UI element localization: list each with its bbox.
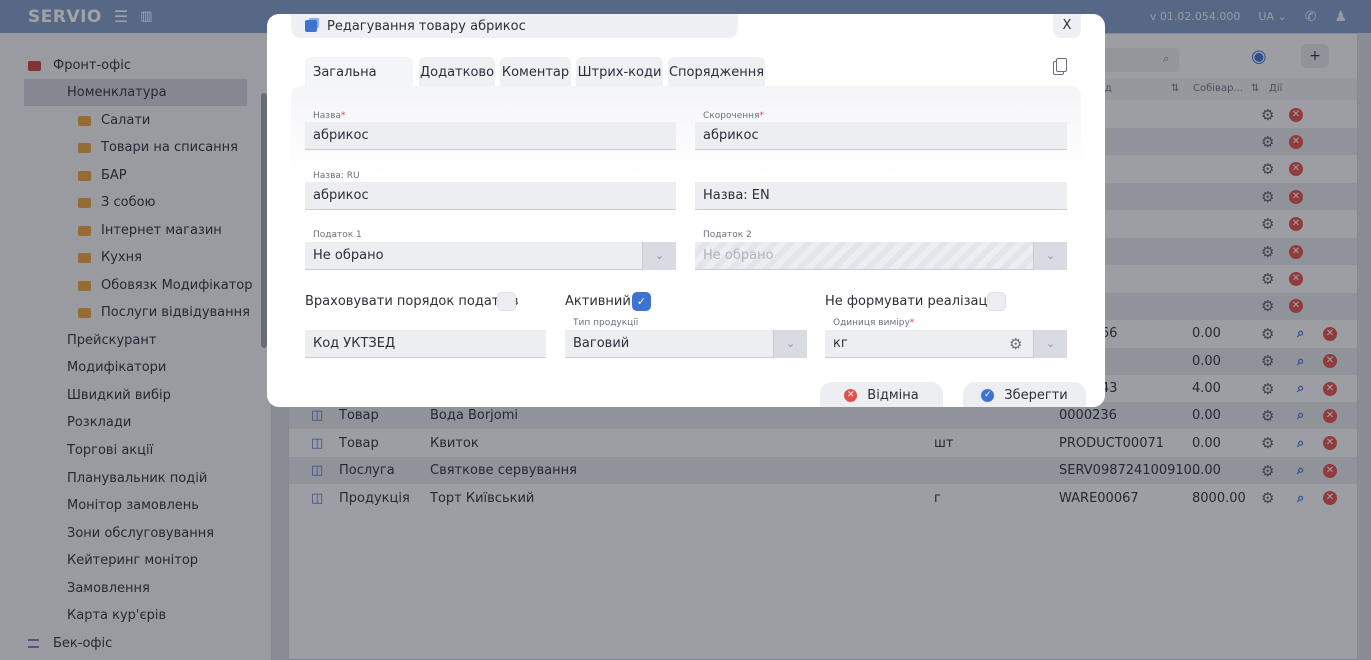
copy-icon[interactable] xyxy=(1056,58,1067,72)
name-ru-input[interactable]: абрикос xyxy=(305,182,676,210)
tab-general[interactable]: Загальна xyxy=(305,57,413,87)
short-name-label: Скорочення* xyxy=(703,111,764,121)
chevron-down-icon: ⌄ xyxy=(1033,242,1067,270)
unit-select[interactable]: кг xyxy=(825,330,1067,358)
dialog-title-bar: Редагування товару абрикос xyxy=(291,14,738,38)
active-label: Активний xyxy=(565,294,631,309)
tax1-label: Податок 1 xyxy=(313,230,362,240)
chevron-down-icon[interactable]: ⌄ xyxy=(1033,330,1067,358)
dialog-title: Редагування товару абрикос xyxy=(327,18,526,34)
cancel-button[interactable]: ✕ Відміна xyxy=(820,382,943,407)
save-label: Зберегти xyxy=(1004,387,1068,403)
tab-barcodes[interactable]: Штрих-коди xyxy=(576,57,663,87)
cancel-icon: ✕ xyxy=(844,388,858,402)
tax-order-checkbox[interactable] xyxy=(497,292,516,311)
unit-label: Одиниця виміру* xyxy=(833,318,915,328)
save-button[interactable]: ✓ Зберегти xyxy=(963,382,1086,407)
gear-icon[interactable]: ⚙ xyxy=(1009,335,1022,353)
uktzed-input[interactable]: Код УКТЗЕД xyxy=(305,330,546,358)
tab-comment[interactable]: Коментар xyxy=(500,57,571,87)
name-label: Назва* xyxy=(313,111,346,121)
check-icon: ✓ xyxy=(981,388,995,402)
no-sale-label: Не формувати реалізацію xyxy=(825,294,1002,309)
short-name-input[interactable]: абрикос xyxy=(695,122,1067,150)
active-checkbox[interactable]: ✓ xyxy=(632,292,651,311)
window-icon xyxy=(305,20,317,32)
product-type-label: Тип продукції xyxy=(573,318,639,328)
product-type-select[interactable]: Ваговий xyxy=(565,330,807,358)
name-ru-label: Назва: RU xyxy=(313,171,360,181)
tab-equipment[interactable]: Спорядження xyxy=(668,57,765,87)
tab-additional[interactable]: Додатково xyxy=(419,57,495,87)
tax1-select[interactable]: Не обрано xyxy=(305,242,676,270)
tax2-label: Податок 2 xyxy=(703,230,752,240)
edit-product-dialog: Редагування товару абрикос X Загальна До… xyxy=(267,14,1105,407)
tax-order-label: Враховувати порядок податків xyxy=(305,294,519,309)
name-input[interactable]: абрикос xyxy=(305,122,676,150)
close-button[interactable]: X xyxy=(1053,14,1081,38)
name-en-input[interactable]: Назва: EN xyxy=(695,182,1067,210)
chevron-down-icon[interactable]: ⌄ xyxy=(773,330,807,358)
no-sale-checkbox[interactable] xyxy=(987,292,1006,311)
cancel-label: Відміна xyxy=(867,387,919,403)
chevron-down-icon[interactable]: ⌄ xyxy=(642,242,676,270)
tax2-select: Не обрано xyxy=(695,242,1067,270)
